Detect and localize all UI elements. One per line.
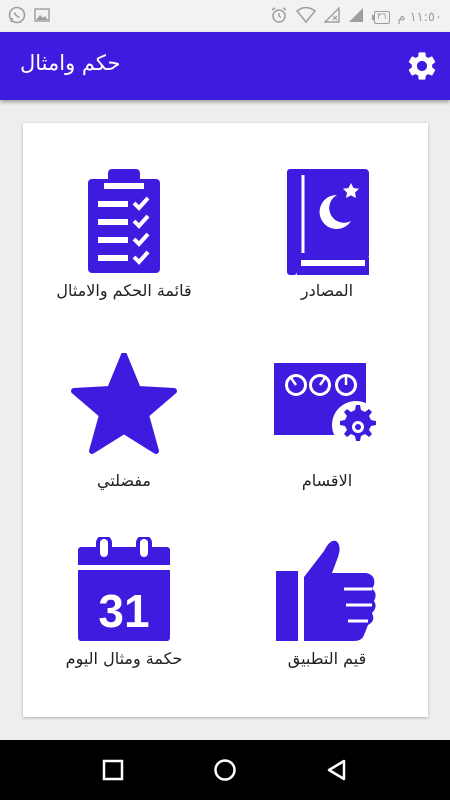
settings-button[interactable] xyxy=(404,48,440,84)
tile-label: قائمة الحكم والامثال xyxy=(56,281,192,300)
battery-icon: ٣٦ xyxy=(371,10,390,24)
wifi-icon xyxy=(295,6,316,27)
tile-daily-wisdom[interactable]: 31 حكمة ومثال اليوم xyxy=(23,523,225,713)
star-icon xyxy=(23,353,225,457)
home-icon xyxy=(214,759,236,781)
image-icon xyxy=(34,7,50,27)
tile-label: قيم التطبيق xyxy=(287,649,367,668)
book-icon xyxy=(226,169,428,275)
back-button[interactable] xyxy=(325,758,349,782)
tile-categories[interactable]: الاقسام xyxy=(226,333,428,523)
home-button[interactable] xyxy=(213,758,237,782)
tile-label: الاقسام xyxy=(301,471,353,490)
gear-icon xyxy=(408,52,436,80)
status-left xyxy=(8,6,50,28)
menu-card: المصادر قائمة الحكم والامثال الاقسام مفض… xyxy=(23,123,428,717)
app-bar: حكم وامثال xyxy=(0,32,450,100)
whatsapp-icon xyxy=(8,6,26,28)
system-nav-bar xyxy=(0,740,450,800)
recents-button[interactable] xyxy=(101,758,125,782)
status-time: ١١:٥٠ م xyxy=(397,9,443,25)
checklist-icon xyxy=(23,169,225,273)
signal-icon xyxy=(348,7,364,27)
battery-level: ٣٦ xyxy=(373,10,390,24)
calendar-icon: 31 xyxy=(23,537,225,641)
tile-list[interactable]: قائمة الحكم والامثال xyxy=(23,143,225,333)
signal-no-sim-icon xyxy=(323,6,340,27)
tile-sources[interactable]: المصادر xyxy=(226,143,428,333)
app-title: حكم وامثال xyxy=(20,51,121,75)
back-icon xyxy=(327,759,346,781)
alarm-icon xyxy=(270,6,288,28)
tile-label: المصادر xyxy=(300,281,354,300)
calendar-day: 31 xyxy=(98,585,149,637)
tile-favorites[interactable]: مفضلتي xyxy=(23,333,225,523)
control-panel-gear-icon xyxy=(226,363,428,447)
thumbs-up-icon xyxy=(226,537,428,641)
status-right: ٣٦ ١١:٥٠ م xyxy=(270,6,442,28)
recents-icon xyxy=(102,759,124,781)
tile-rate-app[interactable]: قيم التطبيق xyxy=(226,523,428,713)
tile-label: مفضلتي xyxy=(97,471,151,490)
tile-label: حكمة ومثال اليوم xyxy=(65,649,183,668)
status-bar: ٣٦ ١١:٥٠ م xyxy=(0,0,450,32)
